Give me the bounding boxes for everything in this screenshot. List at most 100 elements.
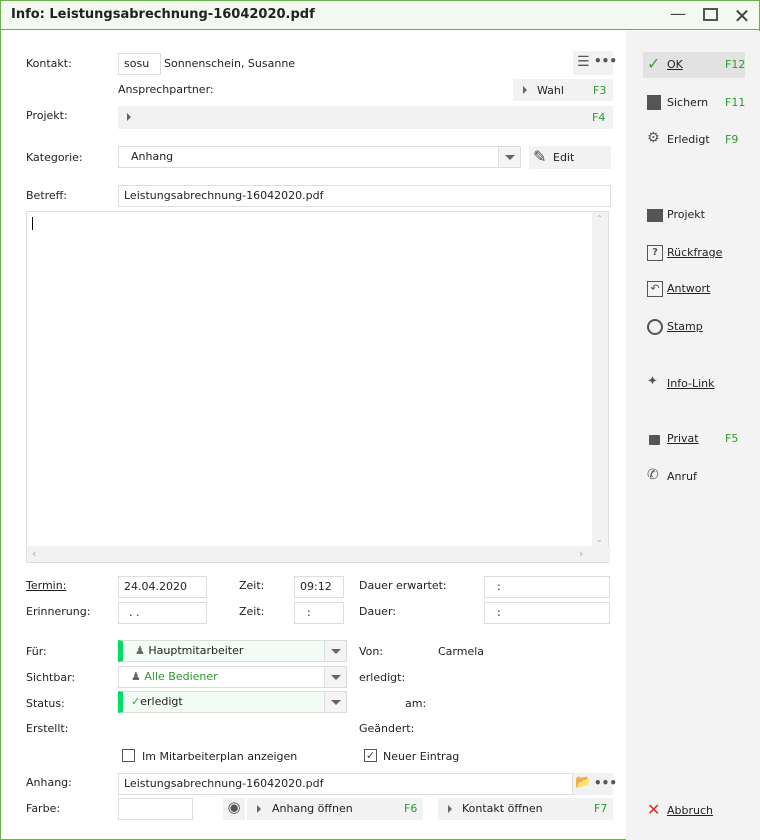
edit-button[interactable]: ✎ Edit: [529, 146, 611, 169]
termin-input[interactable]: 24.04.2020: [118, 576, 207, 598]
anhang-label: Anhang:: [26, 776, 72, 789]
anhang-input[interactable]: Leistungsabrechnung-16042020.pdf: [118, 773, 573, 795]
ansprechpartner-label: Ansprechpartner:: [118, 83, 214, 96]
dialog-window: Info: Leistungsabrechnung-16042020.pdf —…: [0, 0, 760, 840]
projekt-key: F4: [592, 111, 606, 124]
clock-icon: [647, 319, 663, 335]
anhang-oeffnen-key: F6: [404, 802, 418, 815]
erledigt-button[interactable]: ⚙ Erledigt F9: [643, 127, 745, 153]
cancel-x-icon: ✕: [647, 800, 661, 819]
zeit2-input[interactable]: :: [294, 602, 344, 624]
zeit1-input[interactable]: 09:12: [294, 576, 344, 598]
close-button[interactable]: ✕: [729, 4, 755, 28]
triangle-right-icon: [127, 113, 131, 121]
neuer-eintrag-checkbox[interactable]: ✓: [364, 749, 377, 762]
sichtbar-label: Sichtbar:: [26, 671, 76, 684]
chevron-down-icon: [324, 667, 346, 687]
kategorie-select[interactable]: Anhang: [118, 146, 521, 168]
ok-label: OK: [667, 58, 683, 71]
minimize-button[interactable]: —: [665, 4, 691, 26]
ok-key: F12: [725, 58, 746, 71]
anhang-browse-button[interactable]: 📂 •••: [573, 773, 617, 795]
lock-icon: [649, 435, 660, 445]
termin-label: Termin:: [26, 579, 67, 592]
status-select[interactable]: ✓erledigt: [118, 691, 347, 713]
kategorie-value: Anhang: [131, 150, 174, 163]
farbe-input[interactable]: [118, 798, 193, 820]
anhang-oeffnen-label: Anhang öffnen: [272, 802, 353, 815]
privat-button[interactable]: Privat F5: [643, 426, 745, 452]
kontakt-label: Kontakt:: [26, 57, 72, 70]
zeit2-label: Zeit:: [239, 605, 265, 618]
list-icon: ☰: [577, 54, 590, 70]
palette-icon[interactable]: ◉: [223, 798, 245, 820]
anruf-button[interactable]: ✆ Anruf: [643, 464, 745, 490]
fuer-label: Für:: [26, 645, 47, 658]
stamp-button[interactable]: Stamp: [643, 314, 745, 340]
von-label: Von:: [359, 645, 384, 658]
vertical-scrollbar[interactable]: ⌃ ⌄: [592, 212, 608, 546]
dauer-input[interactable]: :: [484, 602, 610, 624]
scroll-left-icon[interactable]: ‹: [32, 547, 36, 560]
privat-key: F5: [725, 432, 739, 445]
kontakt-code-input[interactable]: sosu: [118, 53, 161, 75]
projekt-sidebar-label: Projekt: [667, 208, 705, 221]
scroll-down-icon[interactable]: ⌄: [596, 535, 603, 544]
anruf-label: Anruf: [667, 470, 697, 483]
more-icon: •••: [594, 776, 618, 790]
title-bar: Info: Leistungsabrechnung-16042020.pdf —…: [1, 1, 759, 30]
dauer-erwartet-label: Dauer erwartet:: [359, 579, 447, 592]
scroll-up-icon[interactable]: ⌃: [596, 214, 603, 223]
fuer-select[interactable]: ♟ Hauptmitarbeiter: [118, 640, 347, 662]
betreff-input[interactable]: Leistungsabrechnung-16042020.pdf: [118, 185, 611, 207]
horizontal-scrollbar[interactable]: ‹ ›: [27, 546, 610, 562]
sichern-label: Sichern: [667, 96, 709, 109]
erinnerung-input[interactable]: . .: [118, 602, 207, 624]
erledigt-label: erledigt:: [359, 671, 406, 684]
abbruch-button[interactable]: ✕ Abbruch: [643, 798, 745, 824]
wahl-label: Wahl: [537, 84, 564, 97]
neuer-eintrag-label: Neuer Eintrag: [383, 750, 460, 763]
triangle-right-icon: [523, 86, 527, 94]
plug-icon: ✦: [647, 374, 658, 389]
status-value: erledigt: [140, 695, 183, 708]
edit-label: Edit: [553, 151, 575, 164]
erinnerung-label: Erinnerung:: [26, 605, 91, 618]
infolink-button[interactable]: ✦ Info-Link: [643, 371, 745, 397]
antwort-button[interactable]: ↶ Antwort: [643, 276, 745, 302]
dauer-erwartet-input[interactable]: :: [484, 576, 610, 598]
chevron-down-icon: [498, 147, 520, 167]
mitarbeiterplan-checkbox[interactable]: [122, 749, 135, 762]
erstellt-label: Erstellt:: [26, 722, 69, 735]
wahl-button[interactable]: Wahl F3: [513, 79, 613, 101]
kontakt-menu-button[interactable]: ☰ •••: [573, 51, 617, 75]
folder-icon: [647, 209, 663, 222]
check-icon: ✓: [647, 54, 661, 73]
triangle-right-icon: [448, 805, 452, 813]
folder-open-icon: 📂: [575, 775, 592, 790]
ok-button[interactable]: ✓ OK F12: [643, 52, 745, 78]
sichtbar-select[interactable]: ♟ Alle Bediener: [118, 666, 347, 688]
rueckfrage-label: Rückfrage: [667, 246, 723, 259]
sichern-key: F11: [725, 96, 746, 109]
projekt-button[interactable]: Projekt: [643, 202, 745, 228]
anhang-oeffnen-button[interactable]: Anhang öffnen F6: [247, 798, 423, 820]
betreff-label: Betreff:: [26, 189, 67, 202]
projekt-label: Projekt:: [26, 109, 68, 122]
dauer-label: Dauer:: [359, 605, 396, 618]
sichtbar-value: Alle Bediener: [144, 670, 218, 683]
scroll-right-icon[interactable]: ›: [579, 547, 583, 560]
privat-label: Privat: [667, 432, 699, 445]
rueckfrage-button[interactable]: ? Rückfrage: [643, 240, 745, 266]
sichern-button[interactable]: Sichern F11: [643, 90, 745, 116]
projekt-field[interactable]: F4: [118, 106, 613, 129]
kontakt-oeffnen-button[interactable]: Kontakt öffnen F7: [438, 798, 613, 820]
body-textarea[interactable]: ⌃ ⌄ ‹ ›: [26, 211, 610, 563]
mitarbeiterplan-label: Im Mitarbeiterplan anzeigen: [142, 750, 298, 763]
phone-icon: ✆: [647, 467, 659, 483]
action-sidebar: ✓ OK F12 Sichern F11 ⚙ Erledigt F9 Proje…: [626, 31, 760, 840]
window-title: Info: Leistungsabrechnung-16042020.pdf: [11, 7, 315, 22]
question-icon: ?: [647, 245, 663, 261]
maximize-button[interactable]: [697, 4, 723, 26]
stamp-label: Stamp: [667, 320, 703, 333]
